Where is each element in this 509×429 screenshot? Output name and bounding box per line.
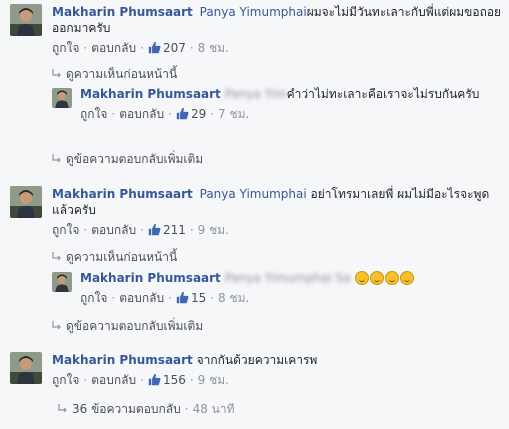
like-thumb-icon bbox=[148, 373, 161, 390]
reply-text: Makharin Phumsaart Panya Yimคำว่าไม่ทะเลา… bbox=[80, 86, 503, 102]
view-previous-label: ดูความเห็นก่อนหน้านี้ bbox=[66, 67, 178, 81]
reply-message: คำว่าไม่ทะเลาะคือเราจะไม่รบกันครับ bbox=[286, 87, 480, 101]
blurred-mention: Panya Yimumphai Sa bbox=[224, 271, 351, 285]
like-count[interactable]: 15 bbox=[191, 291, 206, 305]
comment-text: Makharin Phumsaart Panya Yimumphaiผมจะไม… bbox=[52, 4, 503, 36]
like-link[interactable]: ถูกใจ bbox=[52, 373, 79, 387]
avatar[interactable] bbox=[10, 4, 42, 36]
comment: Makharin Phumsaart จากกันด้วยความเคารพ ถ… bbox=[10, 352, 503, 396]
comment-time[interactable]: 9 ชม. bbox=[198, 373, 229, 387]
like-count[interactable]: 207 bbox=[163, 41, 186, 55]
like-thumb-icon bbox=[176, 107, 189, 124]
comment-body: Makharin Phumsaart Panya Yimumphaiผมจะไม… bbox=[52, 4, 503, 58]
view-previous-replies[interactable]: ดูความเห็นก่อนหน้านี้ bbox=[52, 66, 177, 83]
replies-count: 36 ข้อความตอบกลับ bbox=[72, 402, 181, 416]
reply-arrow-icon bbox=[52, 250, 62, 266]
reply-link[interactable]: ตอบกลับ bbox=[119, 107, 164, 121]
replies-time: 48 นาที bbox=[192, 402, 235, 416]
avatar[interactable] bbox=[10, 186, 42, 218]
mention-link[interactable]: Panya Yimumphai bbox=[200, 187, 307, 201]
like-thumb-icon bbox=[148, 41, 161, 58]
reply-time[interactable]: 8 ชม. bbox=[218, 291, 249, 305]
author-name[interactable]: Makharin Phumsaart bbox=[52, 353, 193, 367]
blurred-mention: Panya Yim bbox=[224, 87, 287, 101]
comment-message: จากกันด้วยความเคารพ bbox=[196, 353, 318, 367]
comment-body: Makharin Phumsaart จากกันด้วยความเคารพ ถ… bbox=[52, 352, 503, 390]
view-more-replies[interactable]: ดูข้อความตอบกลับเพิ่มเติม bbox=[52, 151, 203, 168]
like-link[interactable]: ถูกใจ bbox=[52, 41, 79, 55]
author-name[interactable]: Makharin Phumsaart bbox=[80, 271, 221, 285]
reply-actions: ถูกใจ · ตอบกลับ · 15 · 8 ชม. bbox=[80, 290, 503, 308]
grinning-emoji-icon bbox=[385, 271, 400, 285]
avatar[interactable] bbox=[52, 272, 72, 292]
reply-actions: ถูกใจ · ตอบกลับ · 29 · 7 ชม. bbox=[80, 106, 503, 124]
comment-time[interactable]: 9 ชม. bbox=[198, 223, 229, 237]
author-name[interactable]: Makharin Phumsaart bbox=[80, 87, 221, 101]
grinning-emoji-icon bbox=[355, 271, 370, 285]
reply: Makharin Phumsaart Panya Yimumphai Sa ถูก… bbox=[52, 270, 503, 310]
view-previous-replies[interactable]: ดูความเห็นก่อนหน้านี้ bbox=[52, 249, 177, 266]
author-name[interactable]: Makharin Phumsaart bbox=[52, 187, 193, 201]
reply-link[interactable]: ตอบกลับ bbox=[91, 41, 136, 55]
reply-arrow-icon bbox=[52, 319, 62, 335]
comment-actions: ถูกใจ · ตอบกลับ · 207 · 8 ชม. bbox=[52, 40, 503, 58]
comment-actions: ถูกใจ · ตอบกลับ · 156 · 9 ชม. bbox=[52, 372, 503, 390]
reply-body: Makharin Phumsaart Panya Yimคำว่าไม่ทะเลา… bbox=[80, 86, 503, 124]
reply-text: Makharin Phumsaart Panya Yimumphai Sa bbox=[80, 270, 503, 286]
comment-text: Makharin Phumsaart Panya Yimumphai อย่าโ… bbox=[52, 186, 503, 218]
reply-link[interactable]: ตอบกลับ bbox=[91, 223, 136, 237]
avatar[interactable] bbox=[52, 88, 72, 108]
like-link[interactable]: ถูกใจ bbox=[80, 107, 107, 121]
view-previous-label: ดูความเห็นก่อนหน้านี้ bbox=[66, 250, 178, 264]
reply-body: Makharin Phumsaart Panya Yimumphai Sa ถูก… bbox=[80, 270, 503, 308]
like-count[interactable]: 29 bbox=[191, 107, 206, 121]
reply-arrow-icon bbox=[52, 67, 62, 83]
view-more-replies[interactable]: ดูข้อความตอบกลับเพิ่มเติม bbox=[52, 318, 203, 335]
view-more-label: ดูข้อความตอบกลับเพิ่มเติม bbox=[66, 152, 204, 166]
reply-arrow-icon bbox=[52, 152, 62, 168]
grinning-emoji-icon bbox=[400, 271, 415, 285]
mention-link[interactable]: Panya Yimumphai bbox=[200, 5, 307, 19]
reply-link[interactable]: ตอบกลับ bbox=[119, 291, 164, 305]
like-thumb-icon bbox=[176, 291, 189, 308]
comment-actions: ถูกใจ · ตอบกลับ · 211 · 9 ชม. bbox=[52, 222, 503, 240]
comment-time[interactable]: 8 ชม. bbox=[198, 41, 229, 55]
author-name[interactable]: Makharin Phumsaart bbox=[52, 5, 193, 19]
like-link[interactable]: ถูกใจ bbox=[80, 291, 107, 305]
comment-thread: Makharin Phumsaart Panya Yimumphaiผมจะไม… bbox=[0, 0, 509, 429]
like-count[interactable]: 211 bbox=[163, 223, 186, 237]
comment-text: Makharin Phumsaart จากกันด้วยความเคารพ bbox=[52, 352, 503, 368]
reply-link[interactable]: ตอบกลับ bbox=[91, 373, 136, 387]
grinning-emoji-icon bbox=[370, 271, 385, 285]
like-link[interactable]: ถูกใจ bbox=[52, 223, 79, 237]
reply-arrow-icon bbox=[58, 402, 68, 418]
comment-body: Makharin Phumsaart Panya Yimumphai อย่าโ… bbox=[52, 186, 503, 240]
view-more-label: ดูข้อความตอบกลับเพิ่มเติม bbox=[66, 319, 204, 333]
avatar[interactable] bbox=[10, 352, 42, 384]
like-count[interactable]: 156 bbox=[163, 373, 186, 387]
comment: Makharin Phumsaart Panya Yimumphai อย่าโ… bbox=[10, 186, 503, 246]
reply: Makharin Phumsaart Panya Yimคำว่าไม่ทะเลา… bbox=[52, 86, 503, 142]
reply-time[interactable]: 7 ชม. bbox=[218, 107, 249, 121]
like-thumb-icon bbox=[148, 223, 161, 240]
view-replies-link[interactable]: 36 ข้อความตอบกลับ · 48 นาที bbox=[58, 401, 235, 418]
